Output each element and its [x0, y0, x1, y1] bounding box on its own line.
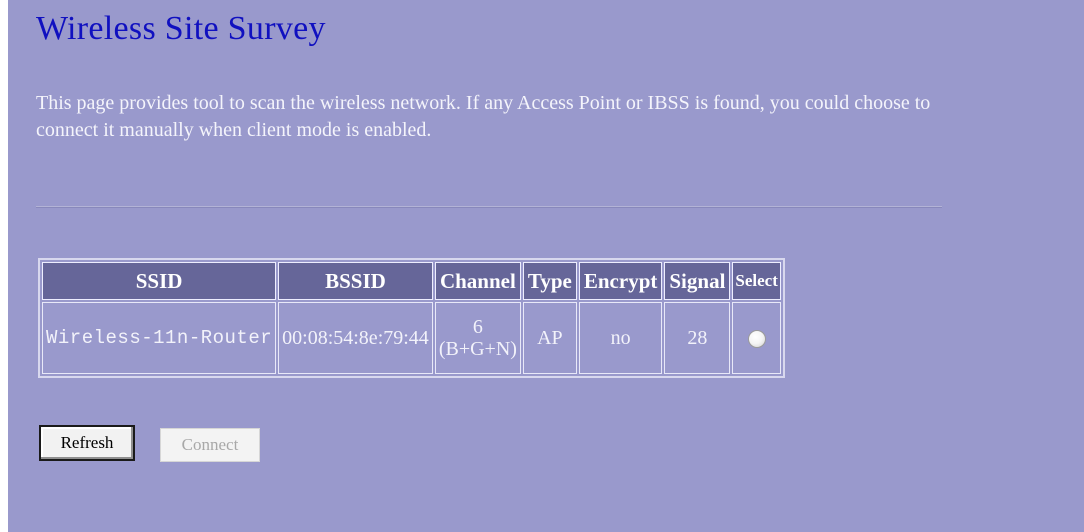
column-header-bssid: BSSID [278, 262, 433, 300]
table-header-row: SSID BSSID Channel Type Encrypt Signal S… [42, 262, 781, 300]
cell-signal: 28 [664, 302, 731, 374]
page-title: Wireless Site Survey [36, 10, 326, 47]
column-header-encrypt: Encrypt [578, 262, 663, 300]
column-header-select: Select [732, 262, 781, 300]
cell-type: AP [522, 302, 577, 374]
cell-encrypt: no [578, 302, 663, 374]
cell-bssid: 00:08:54:8e:79:44 [278, 302, 433, 374]
column-header-type: Type [522, 262, 577, 300]
divider [36, 206, 942, 208]
channel-mode: (B+G+N) [438, 338, 517, 360]
refresh-button[interactable]: Refresh [39, 425, 135, 461]
cell-select [732, 302, 781, 374]
cell-channel: 6 (B+G+N) [434, 302, 521, 374]
cell-ssid: Wireless-11n-Router [42, 302, 277, 374]
column-header-ssid: SSID [42, 262, 277, 300]
channel-number: 6 [472, 316, 483, 338]
column-header-signal: Signal [664, 262, 731, 300]
table-row: Wireless-11n-Router 00:08:54:8e:79:44 6 … [42, 302, 781, 374]
column-header-channel: Channel [434, 262, 521, 300]
select-radio-button[interactable] [747, 329, 766, 348]
site-survey-table: SSID BSSID Channel Type Encrypt Signal S… [38, 258, 785, 378]
page-description: This page provides tool to scan the wire… [36, 92, 931, 141]
content-panel: Wireless Site Survey This page provides … [8, 0, 1084, 532]
connect-button[interactable]: Connect [160, 428, 260, 462]
